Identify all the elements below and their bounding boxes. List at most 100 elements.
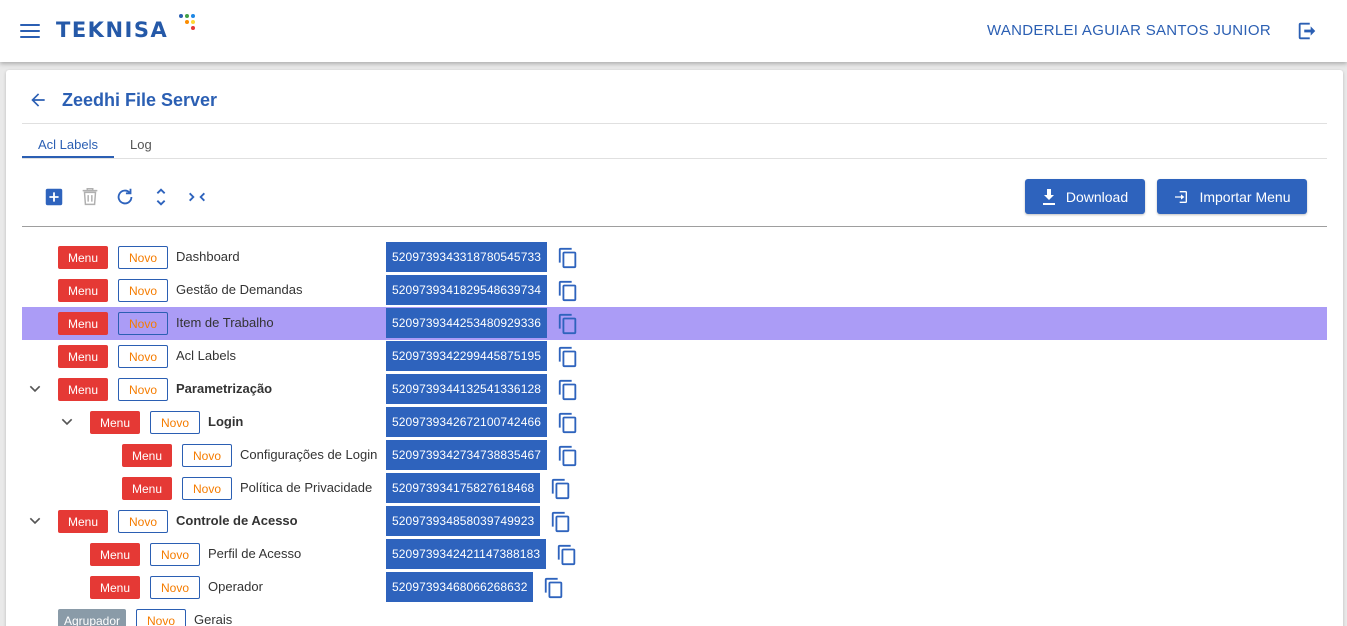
copy-icon[interactable] [557, 346, 579, 368]
tree-row[interactable]: Menu Novo Login 5209739342672100742466 [22, 406, 1327, 439]
copy-icon[interactable] [557, 313, 579, 335]
menu-badge[interactable]: Menu [58, 345, 108, 368]
copy-icon[interactable] [557, 280, 579, 302]
logo-dots [175, 12, 197, 36]
tree-item-label: Configurações de Login [240, 447, 378, 462]
tree-item-label: Parametrização [176, 381, 273, 396]
tab-log[interactable]: Log [114, 130, 168, 158]
status-badge[interactable]: Novo [118, 312, 168, 335]
item-id: 5209739342421147388183 [386, 539, 547, 569]
download-icon [1042, 188, 1055, 205]
add-box-icon[interactable] [43, 186, 65, 208]
logout-icon[interactable] [1296, 20, 1318, 42]
status-badge[interactable]: Novo [118, 246, 168, 269]
import-menu-label: Importar Menu [1199, 188, 1291, 205]
item-id: 520973934858039749923 [386, 506, 541, 536]
tree-row[interactable]: Menu Novo Acl Labels 5209739342299445875195 [22, 340, 1327, 373]
download-label: Download [1065, 188, 1129, 205]
expand-all-icon[interactable] [150, 186, 172, 208]
menu-tree: Menu Novo Dashboard 5209739343318780545733 M… [22, 241, 1327, 626]
chevron-down-icon[interactable] [27, 381, 43, 397]
copy-icon[interactable] [550, 478, 572, 500]
tree-row[interactable]: Menu Novo Gestão de Demandas 52097393418295… [22, 274, 1327, 307]
user-name[interactable]: WANDERLEI AGUIAR SANTOS JUNIOR [987, 22, 1271, 39]
tree-item-label: Gestão de Demandas [176, 282, 303, 297]
tree-item-label: Dashboard [176, 249, 240, 264]
group-badge[interactable]: Agrupador [58, 609, 126, 626]
collapse-all-icon[interactable] [186, 186, 208, 208]
item-id: 520973934680662686​32 [386, 572, 534, 602]
import-icon [1175, 190, 1188, 203]
tree-row[interactable]: Menu Novo Parametrização 520973934413254133… [22, 373, 1327, 406]
chevron-down-icon[interactable] [59, 414, 75, 430]
menu-badge[interactable]: Menu [122, 444, 172, 467]
status-badge[interactable]: Novo [150, 411, 200, 434]
menu-badge[interactable]: Menu [58, 312, 108, 335]
refresh-icon[interactable] [114, 186, 136, 208]
status-badge[interactable]: Novo [150, 576, 200, 599]
menu-badge[interactable]: Menu [58, 246, 108, 269]
menu-badge[interactable]: Menu [90, 411, 140, 434]
status-badge[interactable]: Novo [118, 378, 168, 401]
copy-icon[interactable] [556, 544, 578, 566]
chevron-down-icon[interactable] [27, 513, 43, 529]
delete-icon[interactable] [79, 186, 101, 208]
copy-icon[interactable] [557, 412, 579, 434]
app-bar: TEKNISA WANDERLEI AGUIAR SANTOS JUNIOR [0, 0, 1347, 62]
item-id: 5209739344253480929336 [386, 308, 548, 338]
tree-item-label: Política de Privacidade [240, 480, 373, 495]
status-badge[interactable]: Novo [118, 345, 168, 368]
divider [22, 226, 1327, 227]
copy-icon[interactable] [550, 511, 572, 533]
menu-badge[interactable]: Menu [90, 576, 140, 599]
tree-item-label: Perfil de Acesso [208, 546, 302, 561]
tree-item-label: Item de Trabalho [176, 315, 274, 330]
main-card: Zeedhi File Server Acl Labels Log Downlo… [6, 70, 1343, 626]
tab-acl-labels[interactable]: Acl Labels [22, 130, 114, 158]
tree-row[interactable]: Menu Novo Operador 520973934680662686​32 [22, 571, 1327, 604]
divider [22, 123, 1327, 124]
tree-row[interactable]: Menu Novo Configurações de Login 5209739342… [22, 439, 1327, 472]
menu-badge[interactable]: Menu [90, 543, 140, 566]
tree-row[interactable]: Menu Novo Item de Trabalho 5209739344253480… [22, 307, 1327, 340]
page-title: Zeedhi File Server [62, 90, 218, 110]
import-menu-button[interactable]: Importar Menu [1157, 179, 1307, 214]
status-badge[interactable]: Novo [150, 543, 200, 566]
tree-row[interactable]: Agrupador Novo Gerais [22, 604, 1327, 626]
item-id: 520973934175827618468 [386, 473, 541, 503]
menu-badge[interactable]: Menu [122, 477, 172, 500]
status-badge[interactable]: Novo [182, 444, 232, 467]
tree-row[interactable]: Menu Novo Perfil de Acesso 5209739342421147… [22, 538, 1327, 571]
download-button[interactable]: Download [1025, 179, 1145, 214]
tree-item-label: Acl Labels [176, 348, 236, 363]
menu-badge[interactable]: Menu [58, 279, 108, 302]
logo: TEKNISA [56, 18, 169, 42]
item-id: 5209739344132541336128 [386, 374, 548, 404]
menu-badge[interactable]: Menu [58, 510, 108, 533]
item-id: 5209739342299445875195 [386, 341, 548, 371]
back-arrow-icon[interactable] [28, 90, 48, 110]
status-badge[interactable]: Novo [182, 477, 232, 500]
tree-item-label: Gerais [194, 612, 233, 626]
tree-item-label: Operador [208, 579, 263, 594]
tree-item-label: Controle de Acesso [176, 513, 298, 528]
tree-row[interactable]: Menu Novo Política de Privacidade 520973934… [22, 472, 1327, 505]
copy-icon[interactable] [543, 577, 565, 599]
item-id: 5209739342672100742466 [386, 407, 548, 437]
item-id: 5209739343318780545733 [386, 242, 548, 272]
divider [22, 158, 1327, 159]
status-badge[interactable]: Novo [118, 279, 168, 302]
status-badge[interactable]: Novo [118, 510, 168, 533]
item-id: 5209739341829548639734 [386, 275, 548, 305]
tab-bar: Acl Labels Log [22, 130, 168, 158]
copy-icon[interactable] [557, 247, 579, 269]
tree-row[interactable]: Menu Novo Dashboard 5209739343318780545733 [22, 241, 1327, 274]
menu-badge[interactable]: Menu [58, 378, 108, 401]
menu-icon[interactable] [20, 24, 40, 40]
copy-icon[interactable] [557, 379, 579, 401]
copy-icon[interactable] [557, 445, 579, 467]
item-id: 5209739342734738835467 [386, 440, 548, 470]
status-badge[interactable]: Novo [136, 609, 186, 626]
tree-row[interactable]: Menu Novo Controle de Acesso 52097393485803… [22, 505, 1327, 538]
tree-item-label: Login [208, 414, 244, 429]
